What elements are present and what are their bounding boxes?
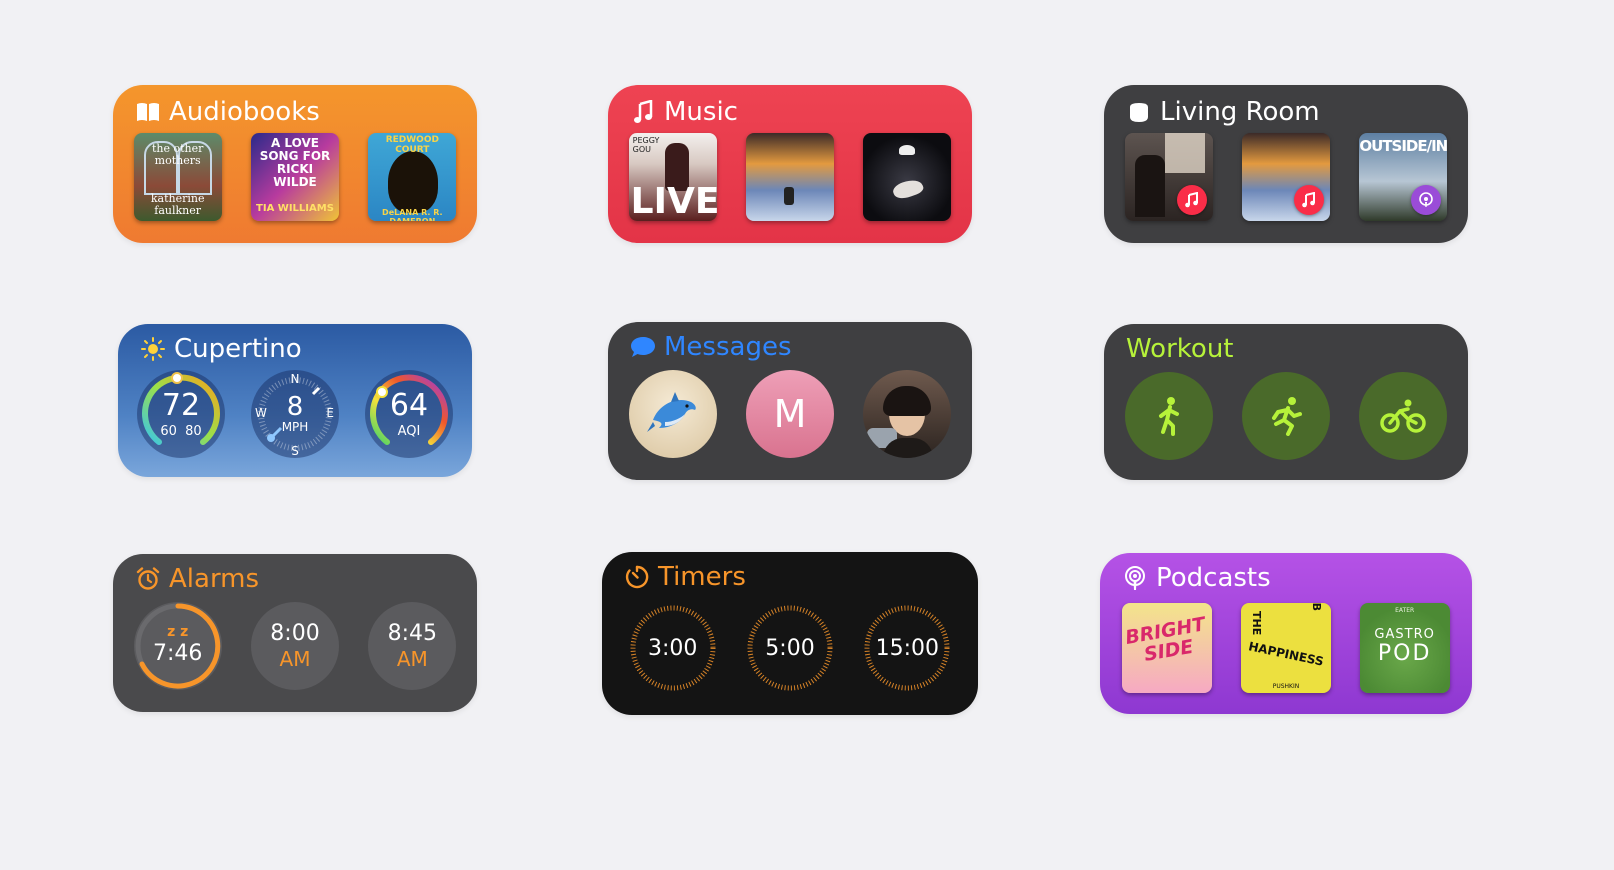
temperature-gauge[interactable]: 72 60 80	[137, 370, 225, 458]
weather-widget[interactable]: Cupertino 72 60 80 N S W E 8 MPH 64 AQI	[118, 324, 472, 477]
podcast-publisher: PUSHKIN	[1272, 683, 1300, 690]
timers-widget[interactable]: Timers 3:00 5:00 15:00	[602, 552, 978, 715]
podcast-title-prefix: THE	[1249, 611, 1263, 636]
timer-item[interactable]: 5:00	[746, 604, 834, 692]
music-widget[interactable]: Music PEGGY GOU LIVE	[608, 85, 972, 243]
message-bubble-icon	[630, 334, 656, 360]
timer-duration: 15:00	[875, 635, 940, 661]
timer-icon	[624, 564, 650, 590]
audiobooks-widget[interactable]: Audiobooks the other mothers katherine f…	[113, 85, 477, 243]
audiobook-author: TIA WILLIAMS	[256, 203, 334, 214]
podcast-title: GASTRO	[1374, 627, 1435, 642]
audiobook-cover[interactable]: REDWOOD COURT DeLANA R. R. DAMERON	[368, 133, 457, 221]
compass-east: E	[326, 406, 334, 420]
music-badge-icon	[1293, 185, 1324, 215]
temperature-value: 72	[161, 387, 201, 423]
outdoor-run-icon	[1271, 397, 1302, 436]
podcast-cover[interactable]: BRIGHT SIDE	[1122, 603, 1213, 693]
alarm-time: 8:45	[387, 621, 438, 646]
podcast-title: OUTSIDE/IN	[1359, 137, 1448, 155]
workout-cycle-button[interactable]	[1359, 372, 1448, 460]
album-cover[interactable]	[745, 133, 834, 221]
timer-duration: 5:00	[765, 635, 815, 661]
album-artist: PEGGY GOU	[632, 136, 660, 154]
timer-item[interactable]: 3:00	[629, 604, 717, 692]
podcast-icon	[1122, 565, 1148, 591]
temperature-range: 60 80	[160, 423, 202, 439]
audiobooks-title: Audiobooks	[135, 97, 320, 127]
wind-unit: MPH	[281, 420, 309, 434]
podcast-title-suffix: LAB	[1310, 603, 1323, 611]
album-cover[interactable]: PEGGY GOU LIVE	[628, 133, 717, 221]
now-playing-item[interactable]	[1241, 133, 1330, 221]
workout-run-button[interactable]	[1241, 372, 1330, 460]
weather-title: Cupertino	[140, 334, 302, 364]
podcast-cover[interactable]: EATER GASTRO POD	[1359, 603, 1450, 693]
contact-avatar[interactable]	[628, 370, 717, 458]
podcasts-widget[interactable]: Podcasts BRIGHT SIDE THE LAB HAPPINESS P…	[1100, 553, 1472, 714]
homepod-icon	[1126, 99, 1152, 125]
audiobook-title: the other mothers	[151, 142, 204, 167]
alarms-title: Alarms	[135, 564, 259, 594]
contact-avatar[interactable]: M	[745, 370, 834, 458]
aqi-value: 64	[389, 387, 429, 423]
wind-compass[interactable]: N S W E 8 MPH	[251, 370, 339, 458]
album-cover[interactable]	[863, 133, 952, 221]
audiobook-author: DeLANA R. R. DAMERON	[382, 208, 443, 221]
music-title: Music	[630, 97, 738, 127]
workout-widget[interactable]: Workout	[1104, 324, 1468, 480]
now-playing-item[interactable]: OUTSIDE/IN	[1359, 133, 1448, 221]
alarm-snooze[interactable]: z z 7:46	[133, 602, 222, 690]
podcast-subtitle: POD	[1377, 641, 1432, 666]
messages-widget[interactable]: Messages M	[608, 322, 972, 480]
podcast-title: HAPPINESS	[1247, 639, 1325, 669]
compass-south: S	[291, 444, 299, 458]
podcast-cover[interactable]: THE LAB HAPPINESS PUSHKIN	[1240, 603, 1331, 693]
podcast-publisher: EATER	[1395, 607, 1415, 614]
wind-speed: 8	[286, 392, 304, 422]
alarm-clock-icon	[135, 566, 161, 592]
dolphin-icon	[646, 392, 696, 432]
living-room-widget[interactable]: Living Room OUTSIDE/IN	[1104, 85, 1468, 243]
living-room-title: Living Room	[1126, 97, 1320, 127]
snooze-icon: z z	[167, 624, 189, 640]
alarm-time: 8:00	[270, 621, 320, 646]
album-live-text: LIVE	[630, 181, 717, 221]
podcasts-title: Podcasts	[1122, 563, 1271, 593]
timer-item[interactable]: 15:00	[863, 604, 951, 692]
alarm-item[interactable]: 8:00 AM	[250, 602, 339, 690]
audiobook-title: REDWOOD COURT	[385, 135, 439, 155]
compass-north: N	[290, 372, 300, 386]
sun-icon	[140, 336, 166, 362]
audiobook-cover[interactable]: A LOVE SONG FOR RICKI WILDE TIA WILLIAMS	[250, 133, 339, 221]
alarm-ampm: AM	[396, 647, 428, 671]
book-icon	[135, 99, 161, 125]
podcast-badge-icon	[1411, 185, 1442, 215]
workout-walk-button[interactable]	[1124, 372, 1213, 460]
timer-duration: 3:00	[647, 635, 698, 661]
alarm-item[interactable]: 8:45 AM	[368, 602, 457, 690]
aqi-label: AQI	[397, 423, 421, 439]
alarm-ampm: AM	[279, 647, 311, 671]
compass-west: W	[255, 406, 267, 420]
contact-initial: M	[773, 392, 807, 436]
alarm-time: 7:46	[152, 641, 203, 666]
audiobook-title: A LOVE SONG FOR RICKI WILDE	[259, 136, 331, 189]
audiobook-author: katherine faulkner	[150, 192, 205, 217]
now-playing-item[interactable]	[1124, 133, 1213, 221]
timers-title: Timers	[624, 562, 746, 592]
aqi-gauge[interactable]: 64 AQI	[365, 370, 453, 458]
outdoor-walk-icon	[1158, 397, 1179, 436]
outdoor-cycle-icon	[1380, 399, 1427, 433]
music-note-icon	[630, 99, 656, 125]
music-badge-icon	[1176, 185, 1207, 215]
workout-title: Workout	[1126, 334, 1234, 364]
messages-title: Messages	[630, 332, 792, 362]
audiobook-cover[interactable]: the other mothers katherine faulkner	[133, 133, 222, 221]
alarms-widget[interactable]: Alarms z z 7:46 8:00 AM 8:45 AM	[113, 554, 477, 712]
contact-avatar[interactable]	[863, 370, 952, 458]
